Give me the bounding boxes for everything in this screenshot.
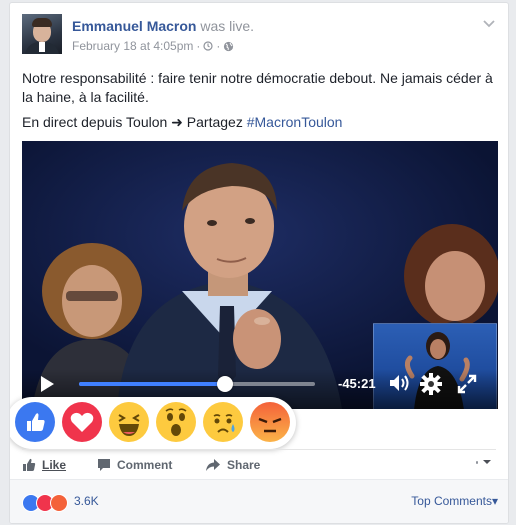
post-meta: February 18 at 4:05pm · · xyxy=(72,39,234,53)
author-line: Emmanuel Macron was live. xyxy=(72,18,254,34)
reaction-summary-icons[interactable] xyxy=(22,494,68,512)
meta-separator-2: · xyxy=(216,39,221,53)
share-arrow-icon xyxy=(206,459,220,471)
thumbs-up-icon xyxy=(23,458,36,471)
post-action: was live. xyxy=(200,18,255,34)
post-actions-bar: Like Comment Share xyxy=(22,449,496,480)
reaction-count[interactable]: 3.6K xyxy=(74,494,99,508)
heart-icon xyxy=(70,412,94,432)
reaction-angry[interactable] xyxy=(250,402,290,442)
angry-mini-icon xyxy=(50,494,68,512)
like-button[interactable]: Like xyxy=(22,458,66,472)
reactions-summary: 3.6K Top Comments▾ xyxy=(10,479,508,523)
video-player[interactable]: -45:21 xyxy=(22,141,498,409)
sad-face-icon xyxy=(213,414,235,433)
caret-down-icon xyxy=(483,460,491,464)
volume-icon[interactable] xyxy=(389,373,411,393)
reaction-like[interactable] xyxy=(15,402,55,442)
settings-gear-icon[interactable] xyxy=(420,373,442,395)
meta-separator: · xyxy=(196,39,201,53)
post-text: Notre responsabilité : faire tenir notre… xyxy=(22,69,496,138)
author-avatar[interactable] xyxy=(22,14,62,54)
fullscreen-icon[interactable] xyxy=(457,374,477,394)
globe-icon[interactable] xyxy=(223,41,234,52)
top-comments-label: Top Comments xyxy=(411,494,492,508)
surprised-face-icon xyxy=(165,408,187,436)
play-icon[interactable] xyxy=(39,375,55,393)
options-dot xyxy=(476,460,478,464)
angry-face-icon xyxy=(258,417,282,433)
author-name[interactable]: Emmanuel Macron xyxy=(72,18,196,34)
video-progress-fill xyxy=(79,382,226,386)
clock-icon xyxy=(203,41,214,51)
reaction-haha[interactable] xyxy=(109,402,149,442)
chevron-down-icon[interactable] xyxy=(482,16,496,30)
feed-post-card: Emmanuel Macron was live. February 18 at… xyxy=(9,2,509,524)
comment-label: Comment xyxy=(117,458,173,472)
comment-bubble-icon xyxy=(98,459,110,471)
reaction-love[interactable] xyxy=(62,402,102,442)
time-remaining: -45:21 xyxy=(338,376,376,391)
reaction-wow[interactable] xyxy=(156,402,196,442)
like-label: Like xyxy=(42,458,67,472)
thumbs-up-icon xyxy=(27,413,45,431)
post-date[interactable]: February 18 at 4:05pm xyxy=(72,39,193,53)
post-text-line-2: En direct depuis Toulon ➜ Partagez #Macr… xyxy=(22,113,496,132)
laughing-face-icon xyxy=(118,414,140,436)
comment-button[interactable]: Comment xyxy=(97,458,172,472)
reaction-sad[interactable] xyxy=(203,402,243,442)
share-label: Share xyxy=(227,458,261,472)
hashtag-link[interactable]: #MacronToulon xyxy=(247,114,343,130)
viewer-options[interactable] xyxy=(476,458,492,466)
post-header: Emmanuel Macron was live. February 18 at… xyxy=(22,14,498,58)
share-button[interactable]: Share xyxy=(205,458,260,472)
video-progress-track[interactable] xyxy=(79,376,315,392)
post-text-line-1: Notre responsabilité : faire tenir notre… xyxy=(22,70,493,105)
top-comments-dropdown[interactable]: Top Comments▾ xyxy=(411,494,498,508)
post-text-prefix: En direct depuis Toulon ➜ Partagez xyxy=(22,114,247,130)
reactions-picker xyxy=(10,397,296,449)
